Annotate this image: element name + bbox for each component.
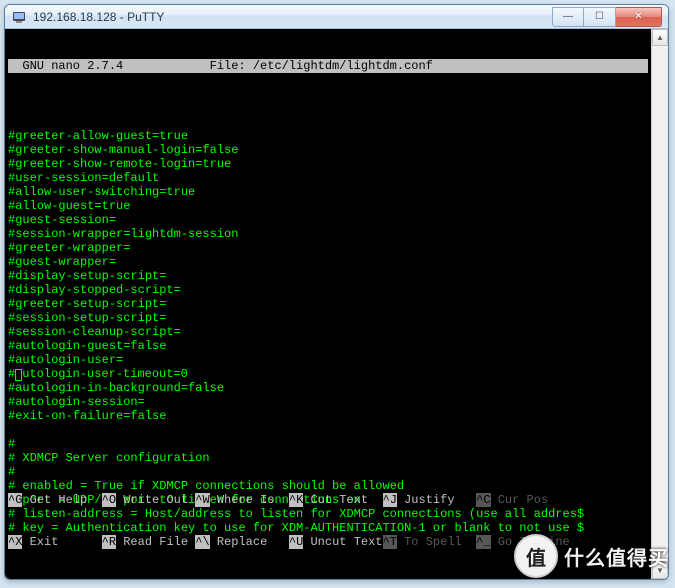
- help-label: Uncut Text: [303, 535, 382, 549]
- minimize-button[interactable]: —: [552, 7, 584, 27]
- help-label: Get Help: [22, 493, 101, 507]
- help-label: Write Out: [116, 493, 195, 507]
- help-key: ^T: [383, 535, 397, 549]
- help-label: To Spell: [397, 535, 476, 549]
- help-key: ^X: [8, 535, 22, 549]
- terminal[interactable]: GNU nano 2.7.4 File: /etc/lightdm/lightd…: [5, 29, 651, 579]
- help-key: ^O: [102, 493, 116, 507]
- help-key: ^K: [289, 493, 303, 507]
- help-key: ^U: [289, 535, 303, 549]
- maximize-button[interactable]: ☐: [584, 7, 616, 27]
- help-key: ^J: [383, 493, 397, 507]
- cursor-suffix: utologin-user-timeout=0: [22, 367, 188, 381]
- watermark-text: 什么值得买: [564, 542, 669, 571]
- scroll-track[interactable]: [652, 46, 668, 562]
- help-label: Exit: [22, 535, 101, 549]
- help-row-1: ^G Get Help ^O Write Out ^W Where Is ^K …: [8, 493, 648, 507]
- window-buttons: — ☐ ✕: [552, 7, 662, 27]
- content-before: #greeter-allow-guest=true #greeter-show-…: [8, 129, 238, 367]
- help-key: ^W: [195, 493, 209, 507]
- window-title: 192.168.18.128 - PuTTY: [33, 10, 552, 24]
- help-key: ^G: [8, 493, 22, 507]
- watermark-icon: 值: [514, 534, 558, 578]
- scroll-up-button[interactable]: ▲: [652, 29, 668, 46]
- help-key: ^_: [476, 535, 490, 549]
- putty-icon: [11, 9, 27, 25]
- help-label: Cut Text: [303, 493, 382, 507]
- help-label: Replace: [210, 535, 289, 549]
- help-label: Read File: [116, 535, 195, 549]
- help-label: Where Is: [210, 493, 289, 507]
- close-button[interactable]: ✕: [616, 7, 662, 27]
- help-label: Justify: [397, 493, 476, 507]
- nano-app: GNU nano 2.7.4: [8, 59, 123, 73]
- putty-window: 192.168.18.128 - PuTTY — ☐ ✕ GNU nano 2.…: [4, 4, 669, 580]
- help-key: ^C: [476, 493, 490, 507]
- watermark: 值 什么值得买: [514, 534, 669, 578]
- help-key: ^\: [195, 535, 209, 549]
- help-key: ^R: [102, 535, 116, 549]
- client-area: GNU nano 2.7.4 File: /etc/lightdm/lightd…: [5, 29, 668, 579]
- scrollbar[interactable]: ▲ ▼: [651, 29, 668, 579]
- nano-file: File: /etc/lightdm/lightdm.conf: [210, 59, 433, 73]
- cursor-prefix: #: [8, 367, 15, 381]
- help-label: Cur Pos: [491, 493, 570, 507]
- titlebar[interactable]: 192.168.18.128 - PuTTY — ☐ ✕: [5, 5, 668, 29]
- nano-header: GNU nano 2.7.4 File: /etc/lightdm/lightd…: [8, 59, 648, 73]
